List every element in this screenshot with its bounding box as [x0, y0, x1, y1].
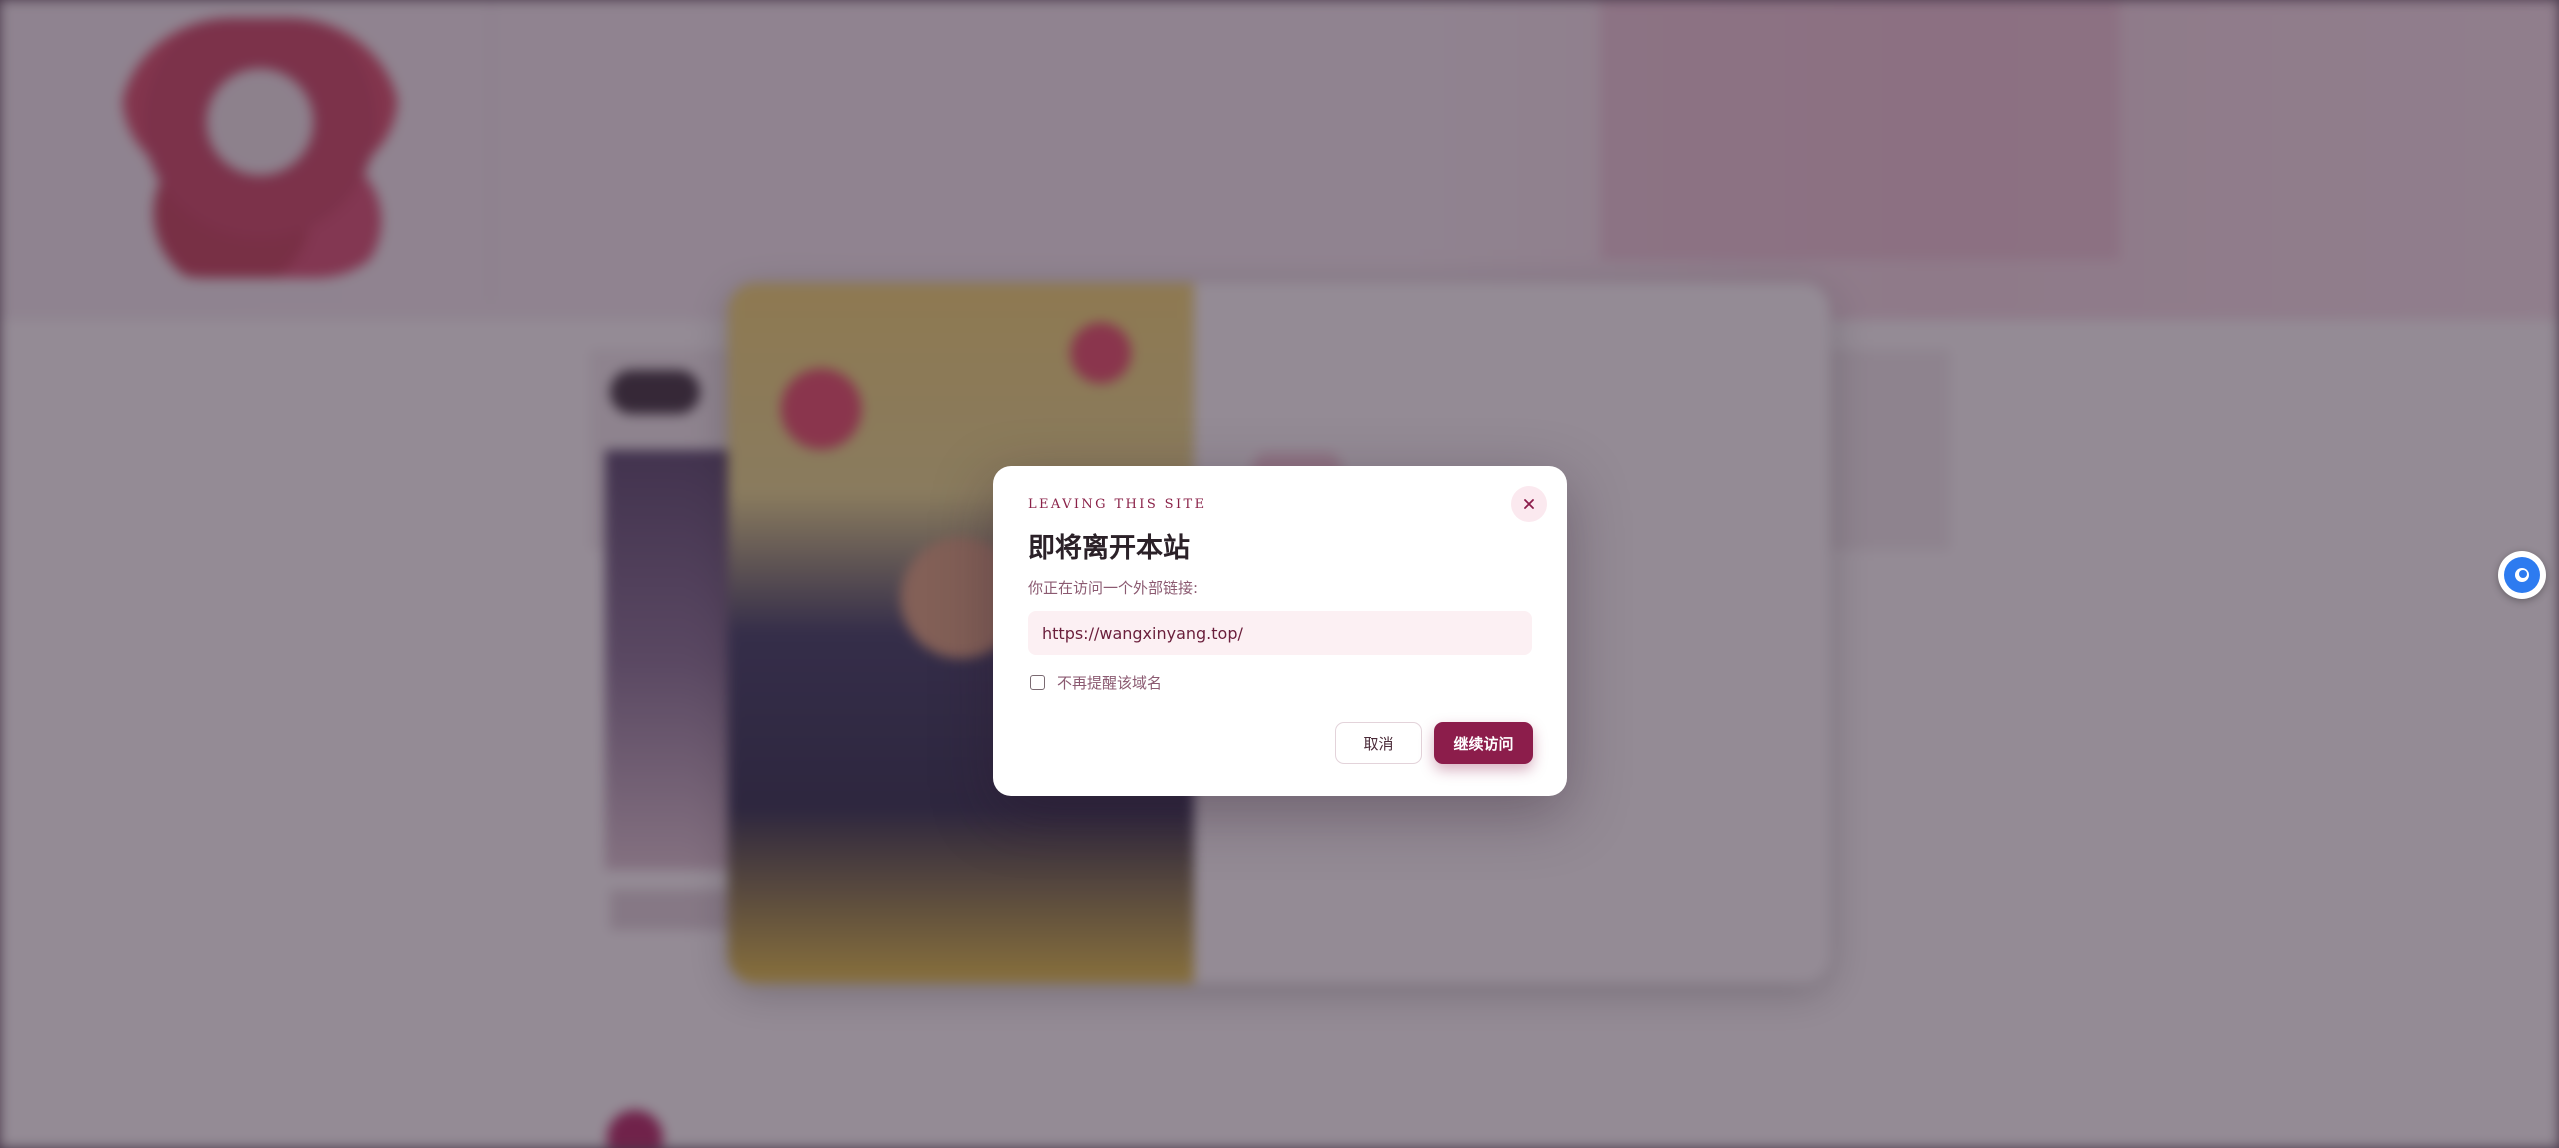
cancel-button[interactable]: 取消: [1335, 722, 1422, 764]
dont-remind-option[interactable]: 不再提醒该域名: [1030, 672, 1162, 693]
chat-bubble-icon: [2504, 557, 2540, 593]
close-button[interactable]: [1511, 486, 1547, 522]
close-icon: [1522, 497, 1536, 511]
external-url-display: https://wangxinyang.top/: [1028, 611, 1532, 655]
continue-button[interactable]: 继续访问: [1434, 722, 1533, 764]
dont-remind-checkbox[interactable]: [1030, 675, 1045, 690]
external-link-dialog: LEAVING THIS SITE 即将离开本站 你正在访问一个外部链接: ht…: [993, 466, 1567, 796]
floating-assistant-button[interactable]: [2498, 551, 2546, 599]
dialog-eyebrow: LEAVING THIS SITE: [1028, 497, 1207, 512]
dont-remind-label: 不再提醒该域名: [1057, 674, 1163, 692]
dialog-description: 你正在访问一个外部链接:: [1028, 579, 1199, 597]
dialog-title: 即将离开本站: [1028, 533, 1190, 564]
